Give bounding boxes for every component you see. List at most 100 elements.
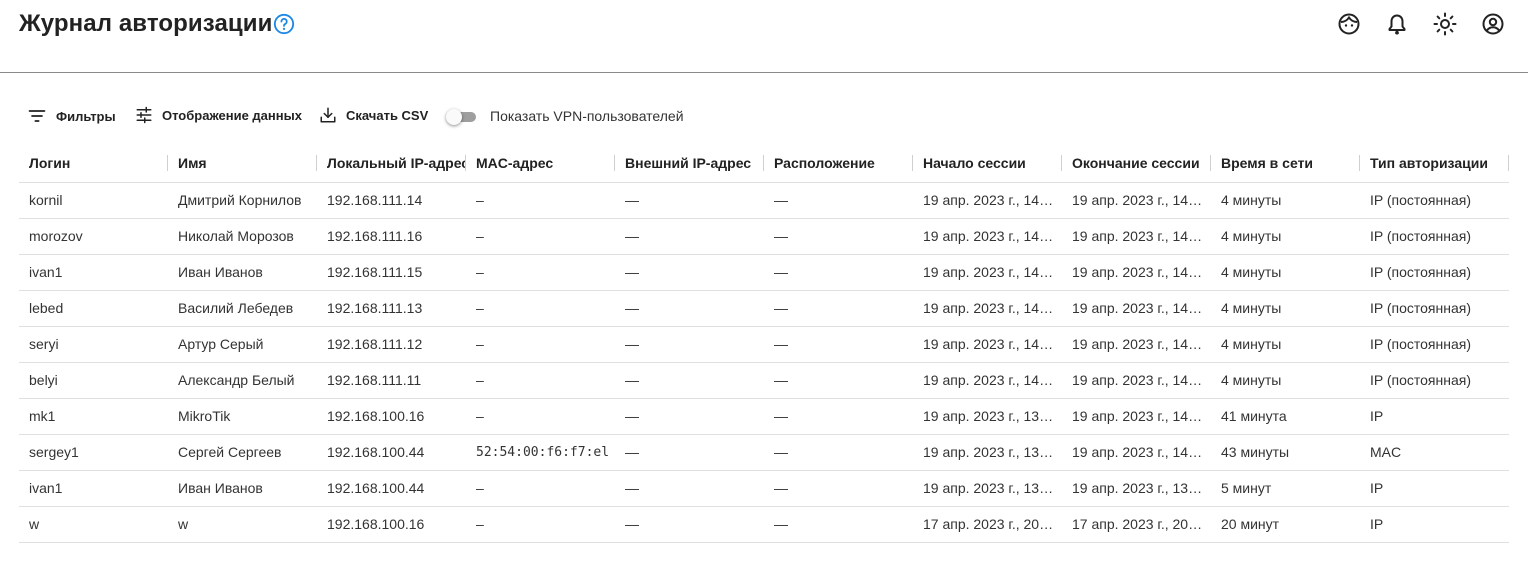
cell-external-ip: —	[615, 290, 764, 327]
cell-session-end: 19 апр. 2023 г., 14…	[1062, 398, 1211, 435]
table-row[interactable]: ivan1 Иван Иванов 192.168.111.15– — —19 апр.…	[19, 254, 1509, 291]
cell-name: Иван Иванов	[168, 254, 317, 291]
vpn-users-toggle-label: Показать VPN-пользователей	[490, 108, 684, 124]
cell-mac: 52:54:00:f6:f7:el	[466, 434, 615, 471]
cell-online-time: 4 минуты	[1211, 254, 1360, 291]
column-header-label: Тип авторизации	[1370, 155, 1488, 172]
cell-online-time: 20 минут	[1211, 506, 1360, 543]
column-header-name[interactable]: Имя	[168, 145, 317, 183]
cell-login: lebed	[19, 290, 168, 327]
cell-mac: –	[466, 254, 615, 291]
table-row[interactable]: lebed Василий Лебедев 192.168.111.13– — —19 …	[19, 290, 1509, 327]
cell-location: —	[764, 506, 913, 543]
table-row[interactable]: sergey1 Сергей Сергеев 192.168.100.44 52:54…	[19, 434, 1509, 471]
cell-session-end: 19 апр. 2023 г., 13…	[1062, 470, 1211, 507]
cell-local-ip: 192.168.111.15	[317, 254, 466, 291]
cell-session-start: 19 апр. 2023 г., 14…	[913, 218, 1062, 255]
cell-name: Артур Серый	[168, 326, 317, 363]
cell-online-time: 4 минуты	[1211, 182, 1360, 219]
cell-login: ivan1	[19, 254, 168, 291]
display-settings-button[interactable]: Отображение данных	[135, 106, 302, 124]
table-row[interactable]: w w 192.168.100.16– — —17 апр. 2023 г., 20… 1…	[19, 506, 1509, 543]
column-header-location[interactable]: Расположение	[764, 145, 913, 183]
bell-icon[interactable]	[1385, 12, 1409, 36]
cell-local-ip: 192.168.111.11	[317, 362, 466, 399]
page-header: Журнал авторизации	[0, 0, 1528, 73]
table-row[interactable]: belyi Александр Белый 192.168.111.11– — —19 …	[19, 362, 1509, 399]
column-header-session-start[interactable]: Начало сессии	[913, 145, 1062, 183]
cell-session-end: 17 апр. 2023 г., 20…	[1062, 506, 1211, 543]
cell-external-ip: —	[615, 254, 764, 291]
account-icon[interactable]	[1481, 12, 1505, 36]
cell-session-start: 17 апр. 2023 г., 20…	[913, 506, 1062, 543]
cell-session-start: 19 апр. 2023 г., 14…	[913, 362, 1062, 399]
vpn-users-toggle[interactable]	[446, 109, 476, 125]
table-body: kornil Дмитрий Корнилов 192.168.111.14– — —1…	[19, 182, 1509, 543]
cell-session-end: 19 апр. 2023 г., 14…	[1062, 434, 1211, 471]
cell-local-ip: 192.168.100.16	[317, 506, 466, 543]
cell-online-time: 4 минуты	[1211, 218, 1360, 255]
table-row[interactable]: mk1 MikroTik 192.168.100.16– — —19 апр. 2023…	[19, 398, 1509, 435]
download-csv-button[interactable]: Скачать CSV	[319, 106, 428, 124]
column-header-label: Логин	[29, 155, 71, 172]
column-header-label: Окончание сессии	[1072, 155, 1200, 172]
support-icon[interactable]	[1337, 12, 1361, 36]
cell-login: ivan1	[19, 470, 168, 507]
cell-auth-type: IP (постоянная)	[1360, 182, 1509, 219]
cell-online-time: 4 минуты	[1211, 326, 1360, 363]
filters-button[interactable]: Фильтры	[27, 106, 116, 126]
cell-name: Сергей Сергеев	[168, 434, 317, 471]
cell-auth-type: IP (постоянная)	[1360, 254, 1509, 291]
column-header-label: Локальный IP-адрес	[327, 155, 466, 172]
column-header-online-time[interactable]: Время в сети	[1211, 145, 1360, 183]
cell-mac: –	[466, 398, 615, 435]
cell-mac: –	[466, 326, 615, 363]
cell-local-ip: 192.168.111.12	[317, 326, 466, 363]
column-resize-handle[interactable]	[1508, 155, 1509, 171]
cell-mac: –	[466, 506, 615, 543]
cell-location: —	[764, 362, 913, 399]
sun-icon[interactable]	[1433, 12, 1457, 36]
table-row[interactable]: seryi Артур Серый 192.168.111.12– — —19 апр.…	[19, 326, 1509, 363]
cell-login: seryi	[19, 326, 168, 363]
cell-session-start: 19 апр. 2023 г., 13…	[913, 398, 1062, 435]
column-header-label: Начало сессии	[923, 155, 1026, 172]
cell-session-end: 19 апр. 2023 г., 14…	[1062, 326, 1211, 363]
cell-login: kornil	[19, 182, 168, 219]
cell-location: —	[764, 326, 913, 363]
cell-session-end: 19 апр. 2023 г., 14…	[1062, 218, 1211, 255]
cell-external-ip: —	[615, 182, 764, 219]
cell-name: w	[168, 506, 317, 543]
column-header-session-end[interactable]: Окончание сессии	[1062, 145, 1211, 183]
column-header-label: Имя	[178, 155, 207, 172]
cell-auth-type: IP	[1360, 398, 1509, 435]
column-header-external-ip[interactable]: Внешний IP-адрес	[615, 145, 764, 183]
cell-location: —	[764, 434, 913, 471]
cell-external-ip: —	[615, 434, 764, 471]
cell-local-ip: 192.168.100.16	[317, 398, 466, 435]
cell-name: Дмитрий Корнилов	[168, 182, 317, 219]
cell-session-start: 19 апр. 2023 г., 13…	[913, 434, 1062, 471]
cell-auth-type: IP (постоянная)	[1360, 362, 1509, 399]
table-row[interactable]: morozov Николай Морозов 192.168.111.16– — —1…	[19, 218, 1509, 255]
column-header-local-ip[interactable]: Локальный IP-адрес	[317, 145, 466, 183]
filter-icon	[28, 110, 46, 122]
table-row[interactable]: ivan1 Иван Иванов 192.168.100.44– — —19 апр.…	[19, 470, 1509, 507]
cell-auth-type: IP (постоянная)	[1360, 218, 1509, 255]
table-row[interactable]: kornil Дмитрий Корнилов 192.168.111.14– — —1…	[19, 182, 1509, 219]
cell-session-start: 19 апр. 2023 г., 13…	[913, 470, 1062, 507]
cell-external-ip: —	[615, 218, 764, 255]
table-toolbar: Фильтры Отображение данных Скачать CSV П…	[0, 100, 1528, 132]
column-header-mac[interactable]: MAC-адрес	[466, 145, 615, 183]
tune-icon	[136, 106, 152, 124]
column-header-login[interactable]: Логин	[19, 145, 168, 183]
cell-login: w	[19, 506, 168, 543]
table-header-row: Логин Имя Локальный IP-адрес MAC-адрес Внешн…	[19, 145, 1509, 183]
help-icon[interactable]	[273, 13, 295, 35]
download-csv-label: Скачать CSV	[346, 107, 429, 123]
cell-external-ip: —	[615, 470, 764, 507]
cell-auth-type: IP	[1360, 506, 1509, 543]
cell-location: —	[764, 182, 913, 219]
column-header-auth-type[interactable]: Тип авторизации	[1360, 145, 1509, 183]
cell-location: —	[764, 290, 913, 327]
